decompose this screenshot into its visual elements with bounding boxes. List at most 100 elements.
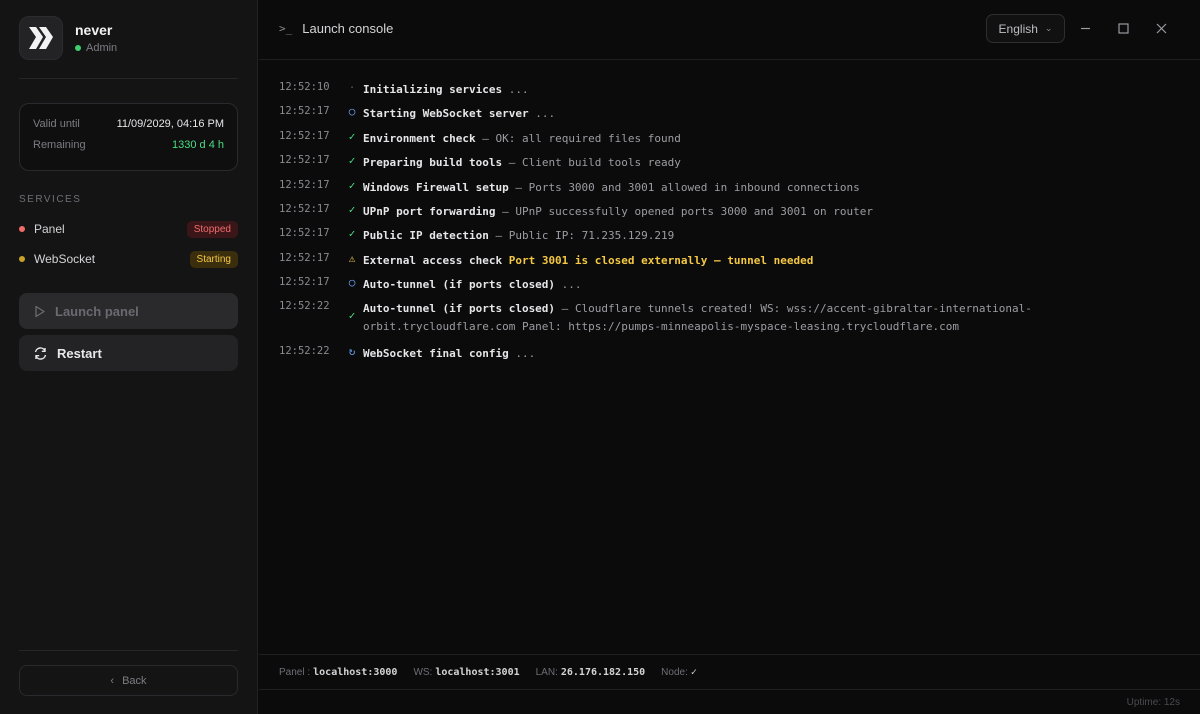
log-title: Windows Firewall setup <box>363 181 509 194</box>
launch-panel-label: Launch panel <box>55 303 139 319</box>
log-separator: — <box>502 156 522 169</box>
log-title: UPnP port forwarding <box>363 205 496 218</box>
maximize-icon <box>1117 22 1129 34</box>
status-bar: Panel : localhost:3000 WS: localhost:3001 … <box>259 654 1200 690</box>
language-value: English <box>998 21 1038 36</box>
log-title: Public IP detection <box>363 229 489 242</box>
log-separator: — <box>475 132 496 145</box>
minimize-icon <box>1080 27 1090 29</box>
language-select[interactable]: English ⌄ <box>986 14 1065 43</box>
log-time: 12:52:17 <box>279 154 330 166</box>
spinner-icon: ↻ <box>348 345 356 358</box>
log-title: Auto-tunnel (if ports closed) <box>363 278 556 291</box>
log-title: Auto-tunnel (if ports closed) <box>363 302 556 315</box>
valid-until-value: 11/09/2029, 04:16 PM <box>116 118 224 130</box>
log-line: 12:52:17 ○ Starting WebSocket server ... <box>279 105 555 123</box>
service-item-websocket: WebSocket Starting <box>19 249 238 269</box>
divider <box>19 650 238 651</box>
log-detail: Client build tools ready <box>521 156 681 169</box>
service-name: Panel <box>34 222 65 236</box>
log-separator <box>502 254 509 267</box>
check-icon: ✓ <box>348 179 356 192</box>
topbar: >_ Launch console English ⌄ <box>259 0 1200 60</box>
status-dot-icon <box>19 256 25 262</box>
log-time: 12:52:17 <box>279 276 330 288</box>
launch-panel-button[interactable]: Launch panel <box>19 293 238 329</box>
maximize-button[interactable] <box>1116 19 1130 37</box>
service-name: WebSocket <box>34 252 96 266</box>
log-time: 12:52:22 <box>279 345 330 357</box>
log-line: 12:52:17 ✓ UPnP port forwarding — UPnP s… <box>279 203 873 221</box>
chevron-left-icon: ‹ <box>110 674 115 687</box>
chevron-down-icon: ⌄ <box>1044 23 1053 33</box>
remaining-value: 1330 d 4 h <box>172 139 224 151</box>
back-button[interactable]: ‹ Back <box>19 665 238 696</box>
log-warning: Port 3001 is closed externally — tunnel … <box>508 254 814 267</box>
page-title: >_ Launch console <box>279 21 393 36</box>
play-icon <box>35 305 45 317</box>
check-icon: ✓ <box>348 309 356 322</box>
close-icon <box>1156 23 1166 33</box>
log-detail-continued: orbit.trycloudflare.com Panel: https://p… <box>363 320 960 333</box>
status-dot-icon <box>19 226 25 232</box>
service-item-panel: Panel Stopped <box>19 219 238 239</box>
terminal-icon: >_ <box>279 22 293 35</box>
log-time: 12:52:10 <box>279 81 330 93</box>
panel-status: Panel : localhost:3000 <box>279 667 397 678</box>
profile: never Admin <box>19 16 117 60</box>
log-time: 12:52:17 <box>279 227 330 239</box>
check-icon: ✓ <box>348 130 356 143</box>
valid-until-label: Valid until <box>33 118 80 130</box>
node-status: Node: ✓ <box>661 667 697 678</box>
app-logo <box>19 16 63 60</box>
log-line: 12:52:17 ✓ Environment check — OK: all r… <box>279 130 681 148</box>
remaining-label: Remaining <box>33 139 86 151</box>
log-separator: — <box>508 181 529 194</box>
restart-icon <box>34 346 47 360</box>
log-line: 12:52:17 ✓ Windows Firewall setup — Port… <box>279 179 860 197</box>
panel-status-value: localhost:3000 <box>313 666 398 678</box>
role-label: Admin <box>86 42 118 54</box>
pending-icon: ○ <box>348 105 356 118</box>
log-line: 12:52:10 · Initializing services ... <box>279 81 529 99</box>
status-badge: Stopped <box>186 220 238 238</box>
check-icon: ✓ <box>348 227 356 240</box>
log-title: Preparing build tools <box>363 156 503 169</box>
log-line: 12:52:17 ⚠ External access check Port 30… <box>279 252 813 270</box>
log-title: WebSocket final config <box>363 347 509 360</box>
log-separator: — <box>495 205 516 218</box>
log-detail: Public IP: 71.235.129.219 <box>508 229 675 242</box>
minimize-button[interactable] <box>1078 19 1092 37</box>
log-time: 12:52:17 <box>279 179 330 191</box>
log-time: 12:52:22 <box>279 300 330 312</box>
check-icon: ✓ <box>348 154 356 167</box>
log-detail: Cloudflare tunnels created! WS: wss://ac… <box>574 302 1032 315</box>
ws-status-label: WS: <box>413 666 433 678</box>
log-suffix: ... <box>502 83 529 96</box>
uptime-label: Uptime: 12s <box>1126 697 1180 708</box>
log-suffix: ... <box>555 278 582 291</box>
restart-label: Restart <box>57 345 102 361</box>
ws-status: WS: localhost:3001 <box>413 667 519 678</box>
logo-icon <box>29 27 53 49</box>
log-separator: — <box>555 302 575 315</box>
node-status-value: ✓ <box>690 666 697 678</box>
log-time: 12:52:17 <box>279 203 330 215</box>
ws-status-value: localhost:3001 <box>435 666 520 678</box>
log-time: 12:52:17 <box>279 252 330 264</box>
license-card: Valid until 11/09/2029, 04:16 PM Remaini… <box>19 103 238 171</box>
close-button[interactable] <box>1154 19 1168 37</box>
role-badge: Admin <box>75 42 117 54</box>
status-badge: Starting <box>189 250 238 268</box>
restart-button[interactable]: Restart <box>19 335 238 371</box>
divider <box>19 78 238 79</box>
sidebar: never Admin Valid until 11/09/2029, 04:1… <box>0 0 258 714</box>
pending-icon: ○ <box>348 276 356 289</box>
lan-status-label: LAN: <box>535 666 558 678</box>
lan-status: LAN: 26.176.182.150 <box>536 667 646 678</box>
log-line: 12:52:22 ✓ Auto-tunnel (if ports closed)… <box>279 300 1123 336</box>
warning-icon: ⚠ <box>348 252 356 265</box>
log-detail: UPnP successfully opened ports 3000 and … <box>515 205 873 218</box>
check-icon: ✓ <box>348 203 356 216</box>
panel-status-label: Panel : <box>279 666 311 678</box>
